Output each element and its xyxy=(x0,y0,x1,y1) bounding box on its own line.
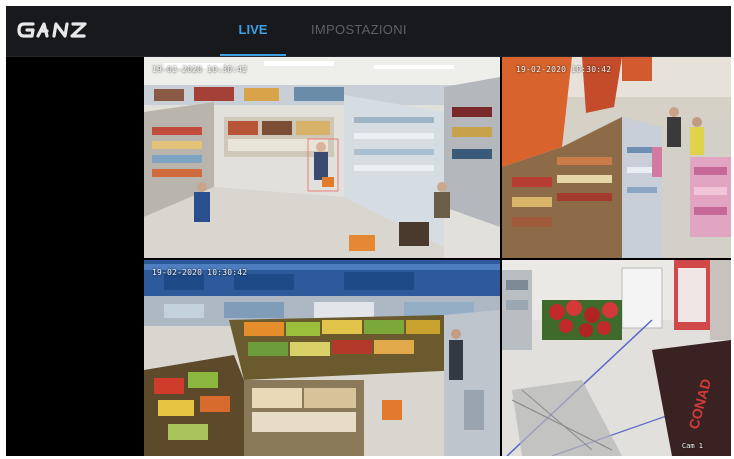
camera-view-3[interactable]: 19-02-2020 10:30:42 xyxy=(144,260,500,456)
top-navigation-bar: LIVE IMPOSTAZIONI xyxy=(6,6,731,57)
ganz-logo xyxy=(16,18,102,42)
camera-view-4[interactable]: CONAD Cam 1 xyxy=(502,260,731,456)
camera-feed-3 xyxy=(144,260,500,456)
camera-view-1[interactable]: 19-02-2020 10:30:42 xyxy=(144,57,500,258)
ganz-logo-graphic xyxy=(17,22,87,38)
camera-3-timestamp: 19-02-2020 10:30:42 xyxy=(152,268,248,277)
tab-live[interactable]: LIVE xyxy=(220,6,286,56)
sidebar-panel xyxy=(6,57,143,456)
camera-feed-4: CONAD xyxy=(502,260,731,456)
camera-feed-1 xyxy=(144,57,500,258)
camera-4-label: Cam 1 xyxy=(681,442,703,450)
camera-view-2[interactable]: 19-02-2020 10:30:42 xyxy=(502,57,731,258)
camera-1-timestamp: 19-02-2020 10:30:42 xyxy=(152,65,248,74)
camera-2-timestamp: 19-02-2020 10:30:42 xyxy=(516,65,612,74)
tab-impostazioni[interactable]: IMPOSTAZIONI xyxy=(311,6,407,56)
camera-grid: 19-02-2020 10:30:42 19-02-2020 10:30:42 … xyxy=(144,57,731,456)
app-window: LIVE IMPOSTAZIONI 19-02-2020 10:30:42 19… xyxy=(6,6,731,456)
camera-feed-2 xyxy=(502,57,731,258)
